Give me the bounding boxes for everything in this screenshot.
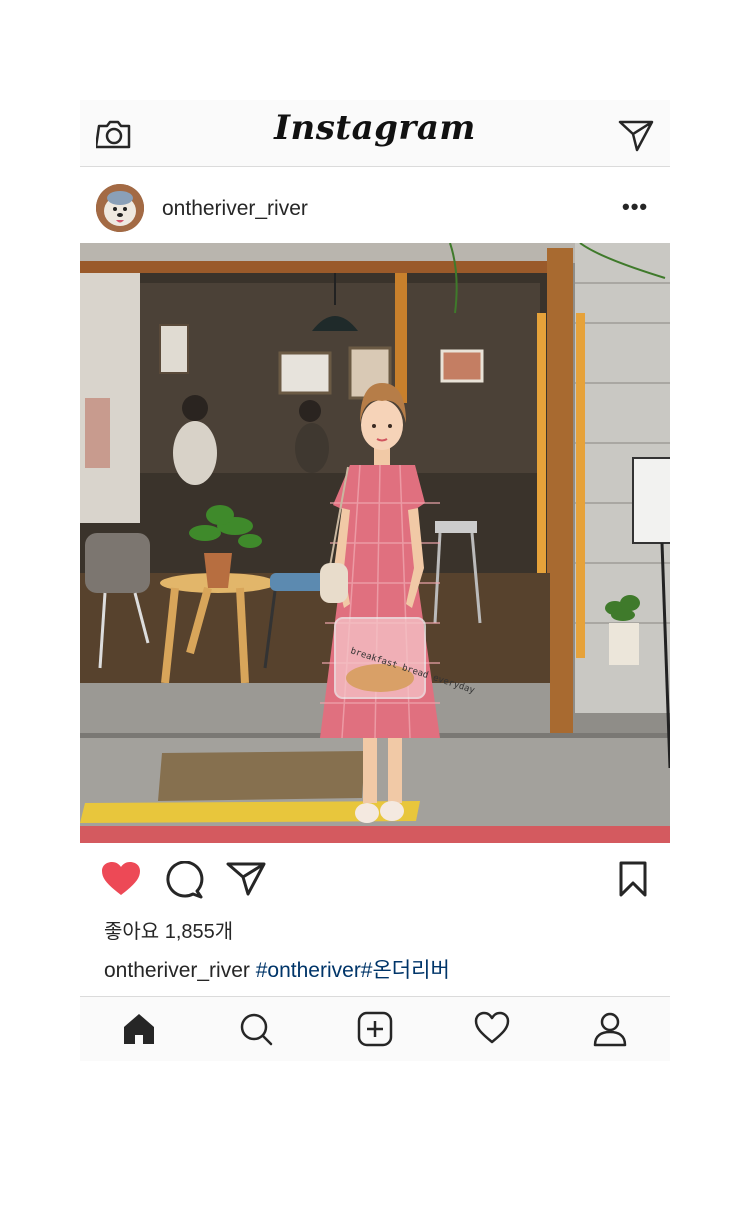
- heart-filled-icon[interactable]: [100, 861, 142, 902]
- app-logo: Instagram: [274, 108, 476, 148]
- post-username[interactable]: ontheriver_river: [162, 197, 308, 221]
- bookmark-icon[interactable]: [618, 861, 648, 902]
- post-actions: [80, 843, 670, 913]
- top-bar: Instagram: [80, 100, 670, 167]
- instagram-screen: Instagram ontheriver_river ••• breakfast…: [80, 100, 670, 1061]
- person-icon[interactable]: [592, 1011, 628, 1047]
- home-icon[interactable]: [121, 1011, 157, 1047]
- direct-message-icon[interactable]: [618, 118, 654, 152]
- bottom-nav: [80, 996, 670, 1061]
- caption-username[interactable]: ontheriver_river: [104, 959, 250, 982]
- avatar[interactable]: [96, 184, 144, 232]
- more-options-icon[interactable]: •••: [622, 194, 648, 220]
- post-header: ontheriver_river •••: [80, 167, 670, 243]
- search-icon[interactable]: [238, 1011, 274, 1047]
- share-icon[interactable]: [226, 861, 266, 902]
- post-photo[interactable]: breakfast bread everyday: [80, 243, 670, 843]
- likes-count[interactable]: 좋아요 1,855개: [104, 915, 233, 944]
- post-caption: ontheriver_river #ontheriver#온더리버: [104, 954, 450, 984]
- heart-outline-icon[interactable]: [474, 1011, 510, 1047]
- caption-hashtags[interactable]: #ontheriver#온더리버: [256, 959, 450, 982]
- plus-square-icon[interactable]: [357, 1011, 393, 1047]
- speech-bubble-icon[interactable]: [164, 860, 204, 904]
